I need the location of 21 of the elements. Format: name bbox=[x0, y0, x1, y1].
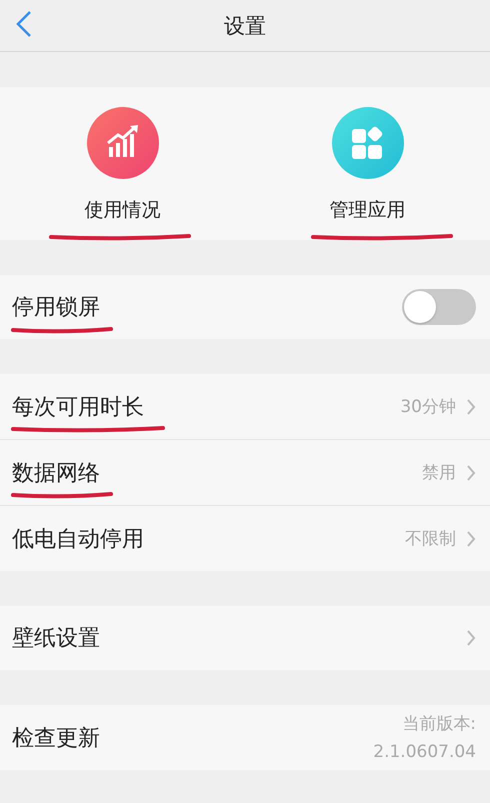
chevron-icon bbox=[466, 629, 476, 647]
setting-label[interactable]: 低电自动停用 bbox=[12, 524, 144, 554]
setting-label[interactable]: 每次可用时长 bbox=[12, 392, 144, 422]
version-text: 当前版本: 2.1.0607.04 bbox=[373, 712, 476, 764]
setting-value: 30分钟 bbox=[400, 396, 456, 418]
chevron-icon bbox=[466, 530, 476, 548]
chart-icon[interactable] bbox=[86, 107, 158, 179]
setting-value: 禁用 bbox=[422, 462, 456, 484]
toggle-switch[interactable] bbox=[402, 289, 476, 325]
shortcut-label[interactable]: 管理应用 bbox=[330, 197, 406, 223]
setting-label[interactable]: 检查更新 bbox=[12, 722, 100, 752]
setting-label[interactable]: 壁纸设置 bbox=[12, 623, 100, 653]
back-icon[interactable] bbox=[14, 10, 34, 38]
setting-label: 停用锁屏 bbox=[12, 294, 100, 322]
chevron-icon bbox=[466, 464, 476, 482]
setting-value: 不限制 bbox=[405, 528, 456, 550]
shortcut-label[interactable]: 使用情况 bbox=[84, 197, 160, 223]
chevron-icon bbox=[466, 398, 476, 416]
page-title: 设置 bbox=[224, 12, 266, 40]
apps-icon[interactable] bbox=[332, 107, 404, 179]
setting-label[interactable]: 数据网络 bbox=[12, 458, 100, 488]
